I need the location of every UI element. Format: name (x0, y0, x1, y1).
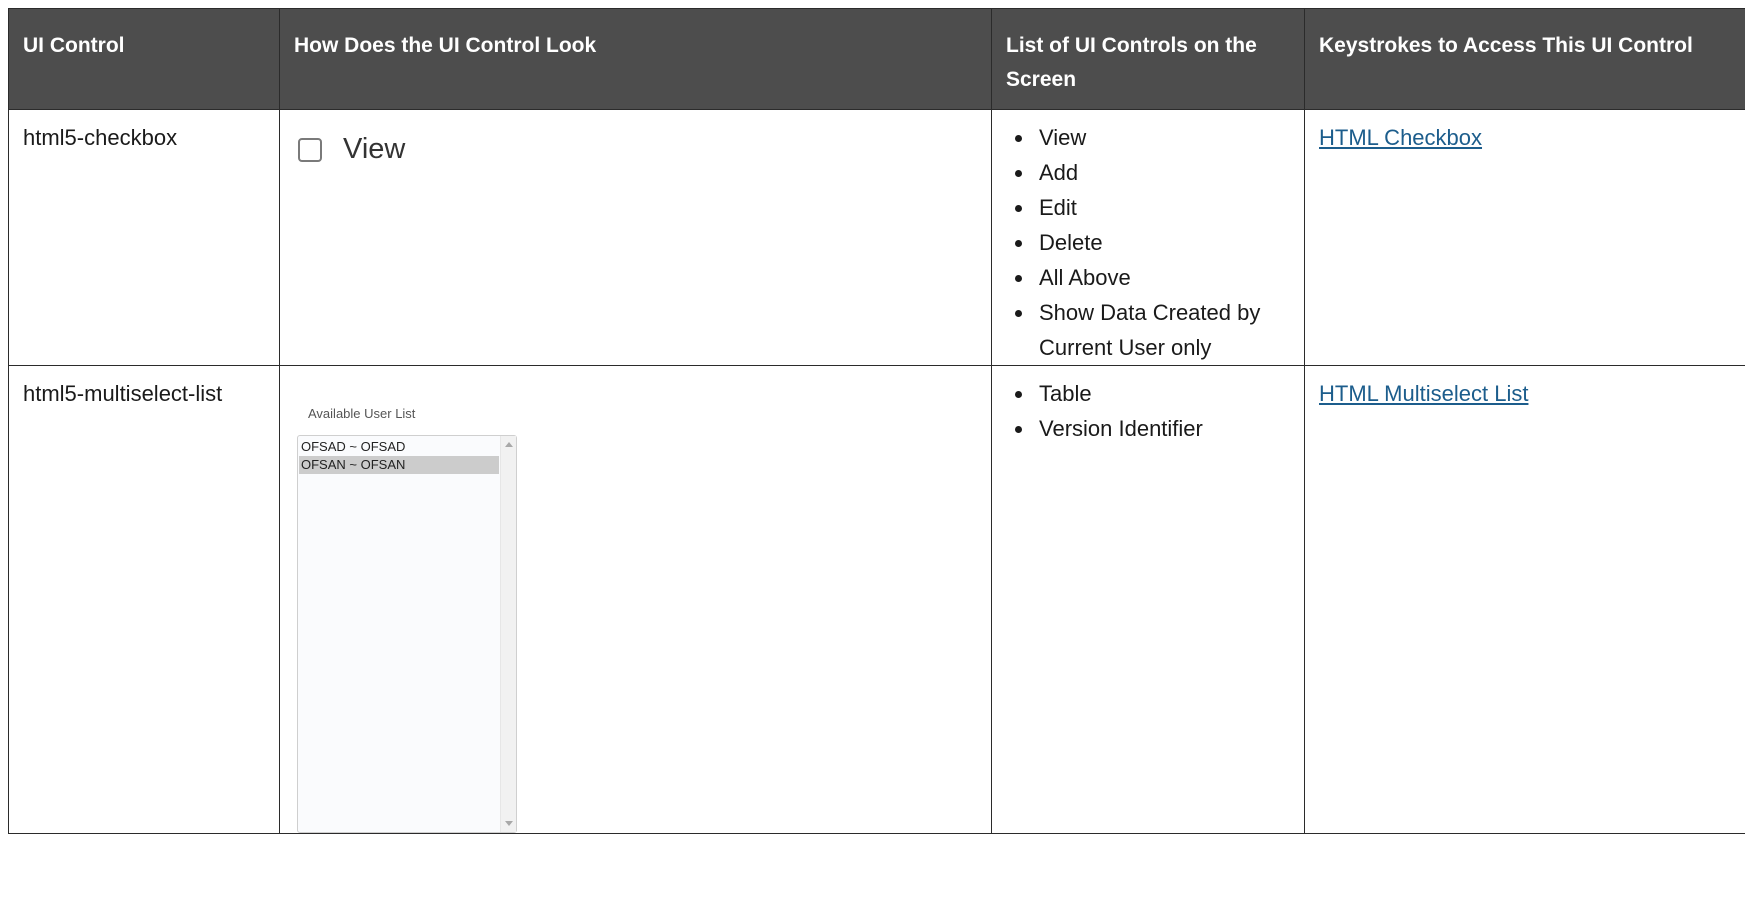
preview-cell: View (279, 109, 992, 366)
list-item: Version Identifier (1015, 411, 1290, 446)
controls-list-cell: View Add Edit Delete All Above Show Data… (991, 109, 1305, 366)
table-header-row: UI Control How Does the UI Control Look … (8, 8, 1745, 110)
keystrokes-cell: HTML Multiselect List (1304, 365, 1745, 834)
keystrokes-cell: HTML Checkbox (1304, 109, 1745, 366)
html-checkbox-link[interactable]: HTML Checkbox (1319, 125, 1482, 150)
multiselect-title: Available User List (308, 406, 416, 421)
header-ui-control: UI Control (8, 8, 280, 110)
checkbox-preview: View (298, 132, 977, 167)
multiselect-preview: Available User List OFSAD ~ OFSAD OFSAN … (297, 405, 977, 833)
header-keystrokes: Keystrokes to Access This UI Control (1304, 8, 1745, 110)
list-item: View (1015, 120, 1290, 155)
list-item: Table (1015, 376, 1290, 411)
multiselect-options: OFSAD ~ OFSAD OFSAN ~ OFSAN (299, 438, 499, 474)
table-row: html5-multiselect-list Available User Li… (8, 365, 1745, 834)
list-item: Add (1015, 155, 1290, 190)
list-item: Delete (1015, 225, 1290, 260)
multiselect-option-selected[interactable]: OFSAN ~ OFSAN (299, 456, 499, 474)
list-item: Edit (1015, 190, 1290, 225)
list-item: Show Data Created by Current User only (1015, 295, 1290, 365)
header-how-it-looks: How Does the UI Control Look (279, 8, 992, 110)
control-name-cell: html5-checkbox (8, 109, 280, 366)
checkbox-icon[interactable] (298, 137, 322, 162)
multiselect-listbox[interactable]: OFSAD ~ OFSAD OFSAN ~ OFSAN (297, 435, 517, 833)
multiselect-scrollbar[interactable] (500, 436, 516, 832)
checkbox-label: View (343, 133, 406, 165)
preview-cell: Available User List OFSAD ~ OFSAD OFSAN … (279, 365, 992, 834)
controls-list: Table Version Identifier (1006, 376, 1290, 446)
ui-controls-table: UI Control How Does the UI Control Look … (8, 8, 1745, 834)
list-item: All Above (1015, 260, 1290, 295)
html-multiselect-list-link[interactable]: HTML Multiselect List (1319, 381, 1528, 406)
table-row: html5-checkbox View View Add Edit Delete… (8, 109, 1745, 366)
multiselect-option[interactable]: OFSAD ~ OFSAD (299, 438, 499, 456)
scroll-down-arrow-icon[interactable] (505, 821, 513, 826)
controls-list: View Add Edit Delete All Above Show Data… (1006, 120, 1290, 365)
controls-list-cell: Table Version Identifier (991, 365, 1305, 834)
header-list-of-controls: List of UI Controls on the Screen (991, 8, 1305, 110)
scroll-up-arrow-icon[interactable] (505, 442, 513, 447)
control-name-cell: html5-multiselect-list (8, 365, 280, 834)
